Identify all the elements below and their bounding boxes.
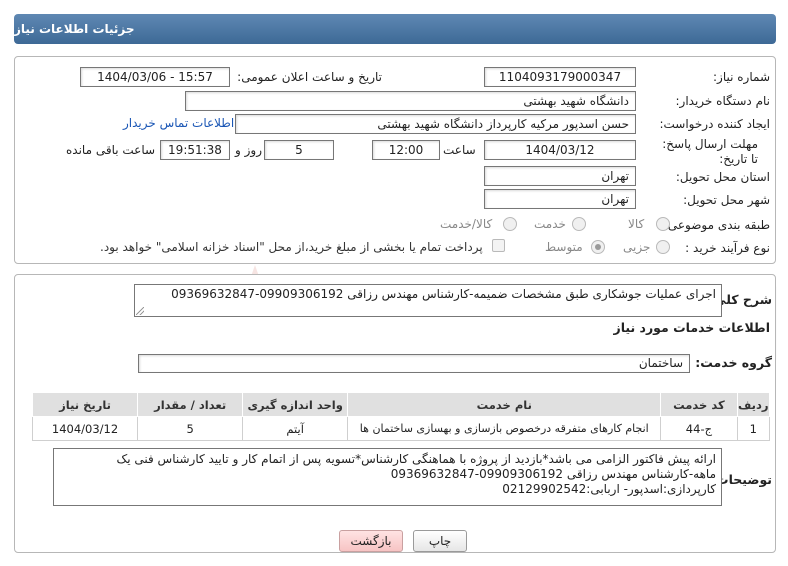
deadline-label: مهلت ارسال پاسخ: تا تاریخ: (662, 137, 758, 166)
deadline-time-label: ساعت (443, 143, 476, 157)
services-table: ردیف کد خدمت نام خدمت واحد اندازه گیری ت… (31, 392, 771, 441)
page-title: جزئیات اطلاعات نیاز (14, 22, 135, 36)
treasury-checkbox[interactable] (492, 239, 505, 252)
process-option-medium: متوسط (545, 240, 583, 254)
creator-field[interactable]: حسن اسدپور مرکیه کارپرداز دانشگاه شهید ب… (235, 114, 636, 134)
col-name-header: نام خدمت (347, 392, 662, 417)
process-option-partial: جزیی (623, 240, 651, 254)
summary-text: اجرای عملیات جوشکاری طبق مشخصات ضمیمه-کا… (171, 287, 716, 301)
remaining-days-field[interactable]: 5 (264, 140, 334, 160)
category-option-goods: کالا (628, 217, 645, 231)
need-date-cell: 1404/03/12 (31, 416, 139, 441)
category-label: طبقه بندی موضوعی: (663, 218, 770, 232)
category-option-goods-service: کالا/خدمت (440, 217, 493, 231)
service-name-cell: انجام کارهای متفرقه درخصوص بازسازی و بهس… (347, 416, 662, 441)
category-radio-service[interactable] (572, 217, 586, 231)
creator-label: ایجاد کننده درخواست: (659, 117, 770, 131)
services-table-header: ردیف کد خدمت نام خدمت واحد اندازه گیری ت… (31, 392, 771, 417)
summary-textarea[interactable]: اجرای عملیات جوشکاری طبق مشخصات ضمیمه-کا… (134, 284, 722, 317)
process-radio-medium[interactable] (591, 240, 605, 254)
col-qty-header: تعداد / مقدار (137, 392, 244, 417)
resize-grip-icon[interactable] (136, 307, 144, 315)
service-group-label: گروه خدمت: (695, 355, 772, 370)
row-number-cell: 1 (736, 416, 771, 441)
province-field[interactable]: تهران (484, 166, 636, 186)
process-radio-partial[interactable] (656, 240, 670, 254)
category-option-service: خدمت (534, 217, 566, 231)
province-label: استان محل تحویل: (675, 170, 770, 184)
treasury-note: پرداخت تمام یا بخشی از مبلغ خرید،از محل … (100, 240, 483, 254)
page-title-bar: جزئیات اطلاعات نیاز (14, 14, 776, 44)
days-label: روز و (235, 143, 262, 157)
announce-datetime-field[interactable]: 1404/03/06 - 15:57 (80, 67, 230, 87)
buyer-org-label: نام دستگاه خریدار: (675, 94, 771, 108)
process-type-label: نوع فرآیند خرید : (685, 241, 770, 255)
unit-cell: آیتم (242, 416, 349, 441)
category-radio-goods-service[interactable] (503, 217, 517, 231)
need-number-field[interactable]: 1104093179000347 (484, 67, 636, 87)
col-row-header: ردیف (736, 392, 771, 417)
remaining-time-label: ساعت باقی مانده (66, 143, 156, 157)
col-date-header: تاریخ نیاز (31, 392, 139, 417)
buyer-org-field[interactable]: دانشگاه شهید بهشتی (185, 91, 636, 111)
buyer-notes-line: کارپردازی:اسدپور- اربابی:02129902542 (502, 482, 716, 496)
buyer-contact-link[interactable]: اطلاعات تماس خریدار (123, 116, 234, 130)
remaining-time-field[interactable]: 19:51:38 (160, 140, 230, 160)
table-row[interactable]: 1 ج-44 انجام کارهای متفرقه درخصوص بازساز… (31, 416, 771, 441)
announce-datetime-label: تاریخ و ساعت اعلان عمومی: (237, 70, 382, 84)
buyer-notes-line: ارائه پیش فاکتور الزامی می باشد*بازدید ا… (116, 452, 716, 466)
city-field[interactable]: تهران (484, 189, 636, 209)
quantity-cell: 5 (137, 416, 244, 441)
service-group-field[interactable]: ساختمان (138, 354, 690, 373)
category-radio-goods[interactable] (656, 217, 670, 231)
city-label: شهر محل تحویل: (683, 193, 770, 207)
col-unit-header: واحد اندازه گیری (242, 392, 349, 417)
deadline-date-field[interactable]: 1404/03/12 (484, 140, 636, 160)
col-code-header: کد خدمت (660, 392, 738, 417)
services-section-title: اطلاعات خدمات مورد نیاز (613, 320, 771, 335)
buyer-notes-textarea[interactable]: ارائه پیش فاکتور الزامی می باشد*بازدید ا… (53, 448, 722, 506)
need-number-label: شماره نیاز: (713, 70, 770, 84)
back-button[interactable]: بازگشت (339, 530, 403, 552)
service-code-cell: ج-44 (660, 416, 738, 441)
deadline-time-field[interactable]: 12:00 (372, 140, 440, 160)
print-button[interactable]: چاپ (413, 530, 467, 552)
buyer-notes-line: ماهه-کارشناس مهندس رزاقی 09909306192-093… (390, 467, 716, 481)
